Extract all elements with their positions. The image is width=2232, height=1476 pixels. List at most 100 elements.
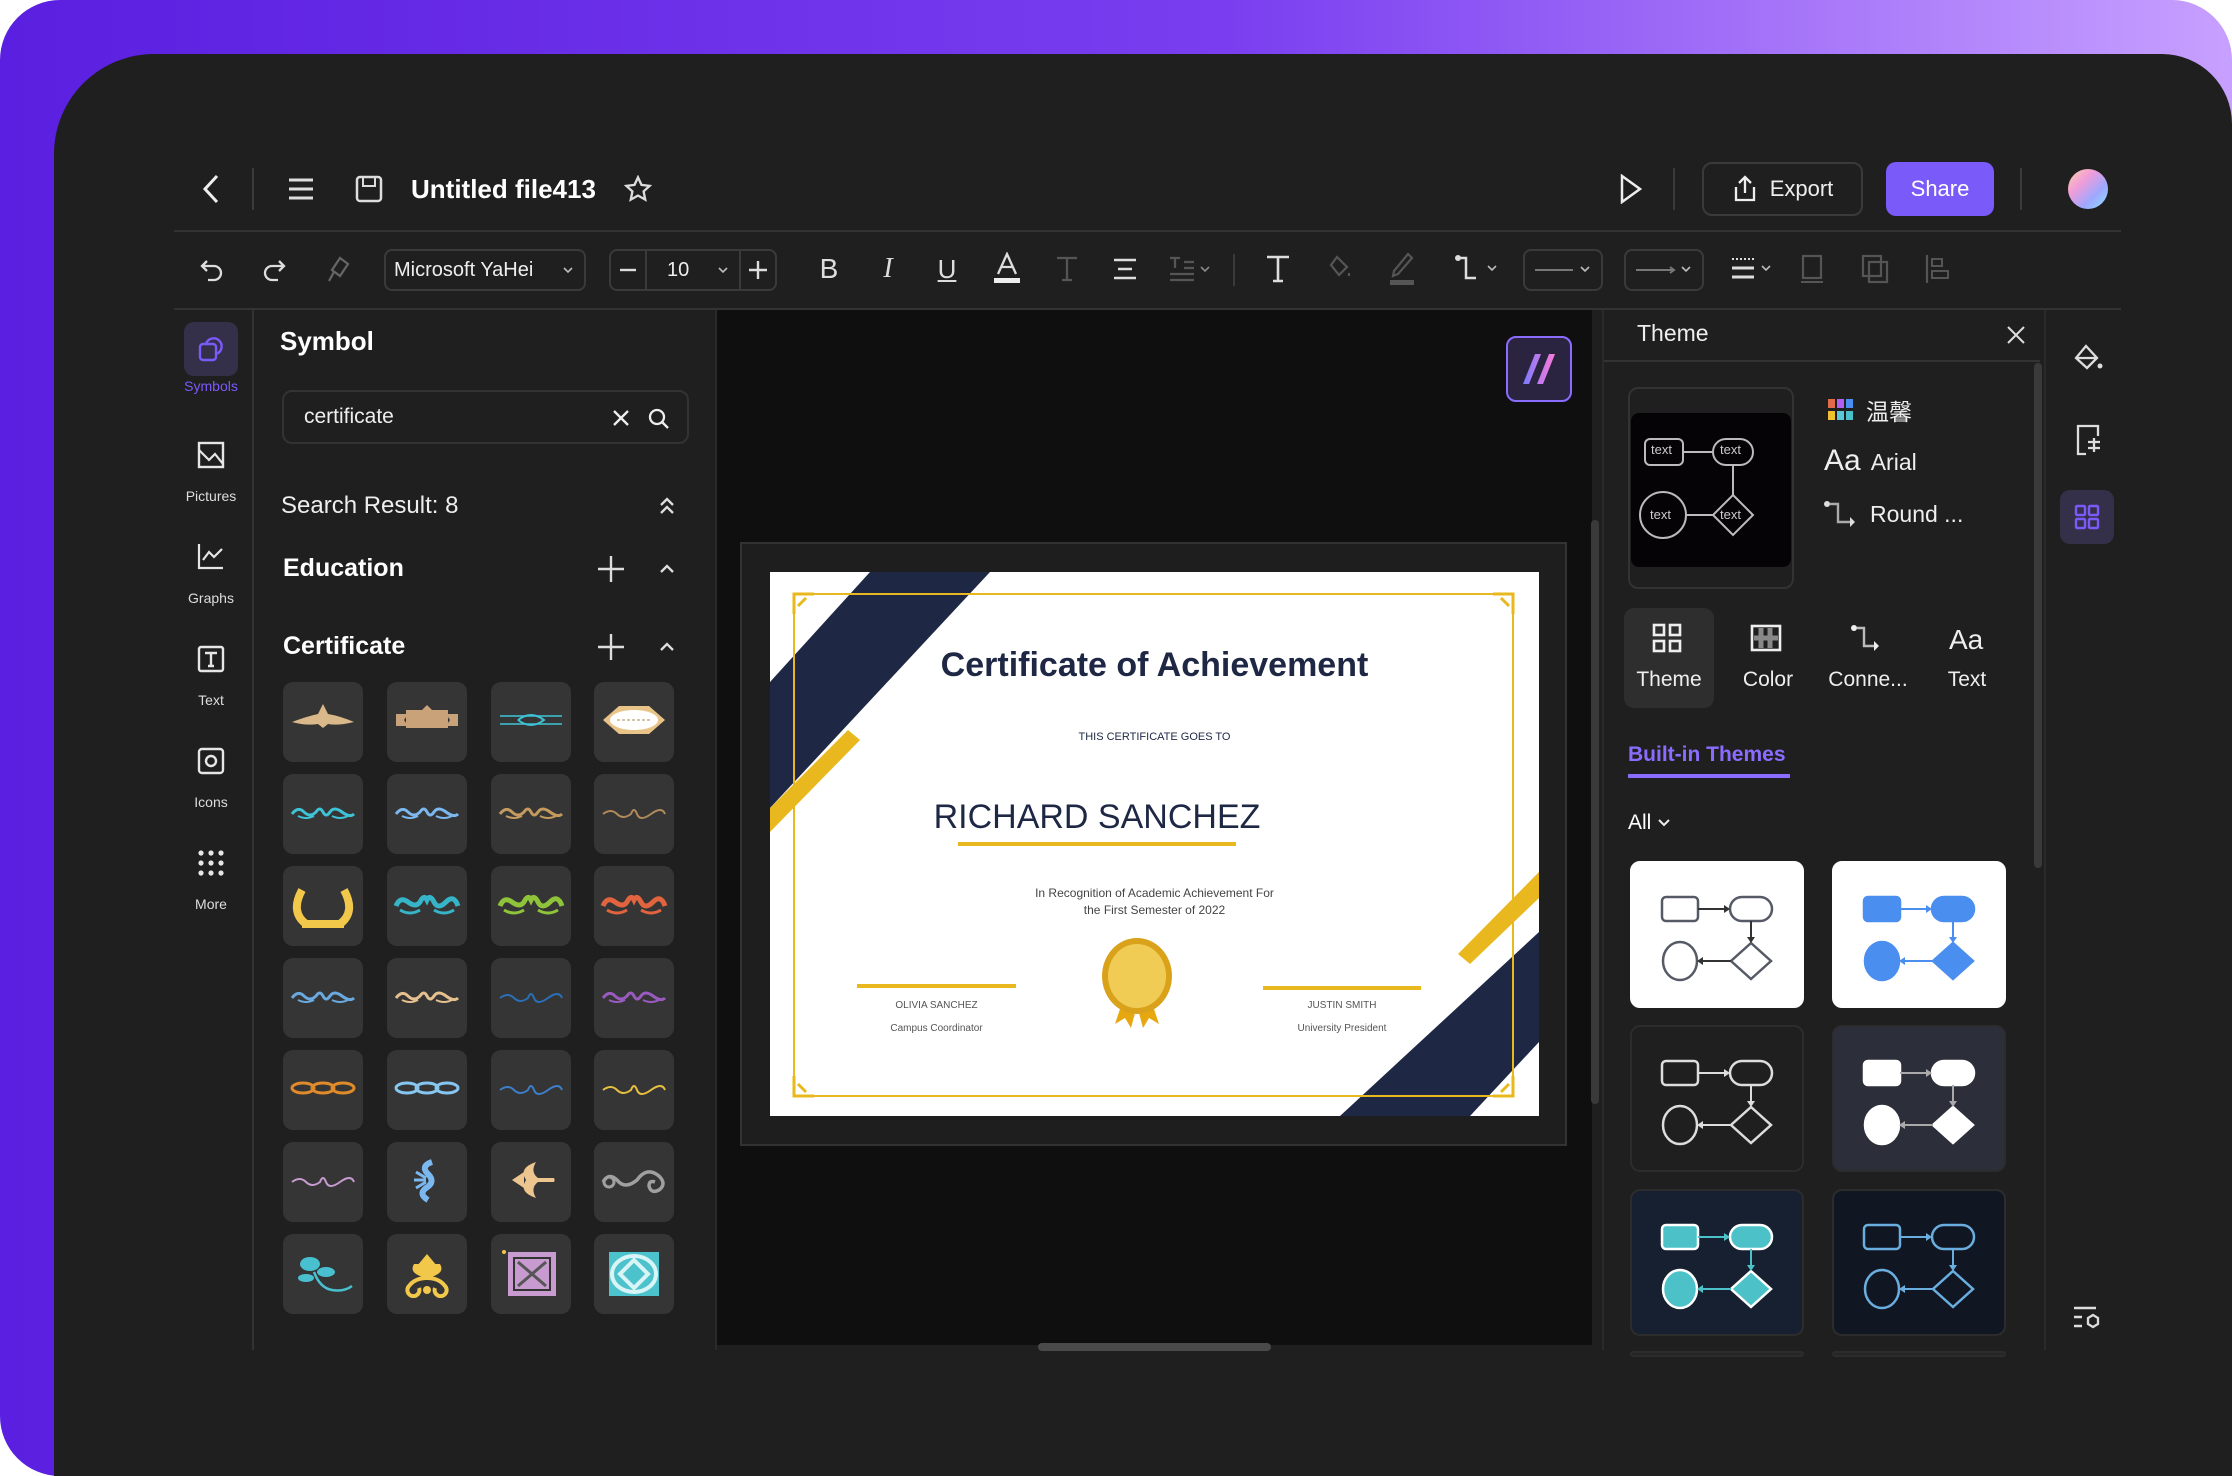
clear-search-icon[interactable] [611, 408, 631, 428]
export-button[interactable]: Export [1702, 162, 1863, 216]
italic-button[interactable]: I [871, 252, 905, 286]
align-objects-button[interactable] [1920, 252, 1954, 286]
menu-button[interactable] [284, 172, 318, 206]
file-title[interactable]: Untitled file413 [411, 172, 596, 206]
symbol-tile-lotus[interactable] [387, 1234, 467, 1314]
symbol-tile-flourish-thin[interactable] [491, 958, 571, 1038]
font-size-input[interactable]: 10 [647, 259, 739, 282]
favorite-button[interactable] [622, 173, 654, 205]
font-size-stepper[interactable]: 10 [609, 249, 777, 291]
builtin-theme-card[interactable] [1832, 861, 2006, 1008]
font-info[interactable]: Aa Arial [1824, 444, 1917, 478]
decrease-font-button[interactable] [611, 251, 647, 289]
share-button[interactable]: Share [1886, 162, 1994, 216]
format-painter-button[interactable] [322, 254, 354, 286]
theme-tab-conne[interactable]: Conne... [1823, 608, 1913, 708]
text-effect-button[interactable] [1050, 252, 1084, 286]
rail-item-icons[interactable]: Icons [181, 734, 241, 810]
undo-button[interactable] [196, 254, 228, 286]
builtin-theme-card[interactable] [1630, 1351, 1804, 1357]
bold-button[interactable]: B [812, 252, 846, 286]
font-family-select[interactable]: Microsoft YaHei [384, 249, 586, 291]
line-weight-button[interactable] [1728, 252, 1778, 286]
symbol-tile-flourish[interactable] [283, 958, 363, 1038]
line-spacing-button[interactable] [1166, 252, 1216, 286]
certificate-page[interactable]: Certificate of Achievement THIS CERTIFIC… [770, 572, 1539, 1116]
add-certificate-icon[interactable] [598, 634, 624, 660]
present-button[interactable] [1614, 172, 1648, 206]
symbol-tile-flourish-bold[interactable] [594, 866, 674, 946]
symbol-tile-flourish-thin[interactable] [283, 1142, 363, 1222]
symbol-tile-scroll[interactable] [387, 1142, 467, 1222]
underline-button[interactable]: U [930, 252, 964, 286]
builtin-theme-card[interactable] [1630, 1189, 1804, 1336]
align-button[interactable] [1108, 252, 1142, 286]
increase-font-button[interactable] [739, 251, 775, 289]
builtin-theme-card[interactable] [1630, 861, 1804, 1008]
symbol-tile-square-tile[interactable] [491, 1234, 571, 1314]
ai-assistant-button[interactable] [1506, 336, 1572, 402]
symbol-tile-flourish[interactable] [491, 774, 571, 854]
add-education-icon[interactable] [598, 556, 624, 582]
builtin-theme-card[interactable] [1832, 1189, 2006, 1336]
symbol-tile-flourish-thin[interactable] [594, 1050, 674, 1130]
section-education[interactable]: Education [283, 554, 404, 583]
chevron-up-icon[interactable] [658, 640, 676, 652]
font-color-button[interactable] [990, 250, 1024, 286]
canvas-horizontal-scrollbar[interactable] [1038, 1343, 1271, 1351]
symbol-tile-flourish[interactable] [283, 774, 363, 854]
builtin-themes-tab[interactable]: Built-in Themes [1628, 743, 1786, 767]
close-panel-icon[interactable] [2006, 325, 2026, 345]
rail-item-symbols[interactable]: Symbols [181, 322, 241, 394]
send-back-button[interactable] [1858, 252, 1892, 286]
symbol-tile-ribbon[interactable] [387, 682, 467, 762]
back-button[interactable] [196, 172, 226, 206]
symbol-tile-wreath[interactable] [283, 866, 363, 946]
symbol-tile-flourish-thin[interactable] [491, 1050, 571, 1130]
symbol-tile-swirl[interactable] [594, 1142, 674, 1222]
rail-item-graphs[interactable]: Graphs [181, 530, 241, 606]
symbol-tile-chain[interactable] [283, 1050, 363, 1130]
bring-front-button[interactable] [1795, 252, 1829, 286]
symbol-tile-badge[interactable] [594, 682, 674, 762]
save-button[interactable] [352, 172, 386, 206]
line-style-select[interactable] [1523, 249, 1603, 291]
user-avatar[interactable] [2068, 169, 2108, 209]
theme-panel-scrollbar[interactable] [2034, 363, 2042, 868]
arrow-style-select[interactable] [1624, 249, 1704, 291]
search-icon[interactable] [647, 407, 671, 431]
symbol-tile-diamond-tile[interactable] [594, 1234, 674, 1314]
theme-filter-dropdown[interactable]: All [1628, 811, 1671, 835]
symbol-tile-flourish[interactable] [594, 958, 674, 1038]
page-setup-button[interactable] [2068, 420, 2108, 460]
rail-item-text[interactable]: Text [181, 632, 241, 708]
rail-item-pictures[interactable]: Pictures [181, 428, 241, 504]
chevron-up-icon[interactable] [658, 562, 676, 574]
symbol-tile-divider[interactable] [491, 682, 571, 762]
fill-button[interactable] [1323, 252, 1357, 286]
rail-item-more[interactable]: More [181, 836, 241, 912]
builtin-theme-card[interactable] [1832, 1025, 2006, 1172]
symbol-tile-flourish[interactable] [387, 774, 467, 854]
builtin-theme-card[interactable] [1832, 1351, 2006, 1357]
color-scheme-info[interactable]: 温馨 [1828, 393, 1912, 427]
theme-tab-color[interactable]: Color [1723, 608, 1813, 708]
symbol-tile-leaf[interactable] [283, 1234, 363, 1314]
style-fill-button[interactable] [2068, 340, 2108, 380]
theme-tab-theme[interactable]: Theme [1624, 608, 1714, 708]
symbol-tile-chain[interactable] [387, 1050, 467, 1130]
collapse-all-icon[interactable] [658, 496, 676, 516]
settings-list-button[interactable] [2068, 1298, 2108, 1338]
redo-button[interactable] [258, 254, 290, 286]
theme-tab-text[interactable]: Aa Text [1922, 608, 2012, 708]
section-certificate[interactable]: Certificate [283, 632, 405, 661]
symbol-tile-banner[interactable] [283, 682, 363, 762]
connector-info[interactable]: Round ... [1824, 500, 1963, 528]
symbol-tile-flourish-bold[interactable] [491, 866, 571, 946]
symbol-search-input[interactable]: certificate [282, 390, 689, 444]
current-theme-preview[interactable]: text text text text [1628, 387, 1794, 589]
line-color-button[interactable] [1385, 250, 1419, 288]
canvas-vertical-scrollbar[interactable] [1591, 520, 1599, 1104]
theme-panel-button[interactable] [2060, 490, 2114, 544]
symbol-tile-flourish[interactable] [387, 958, 467, 1038]
